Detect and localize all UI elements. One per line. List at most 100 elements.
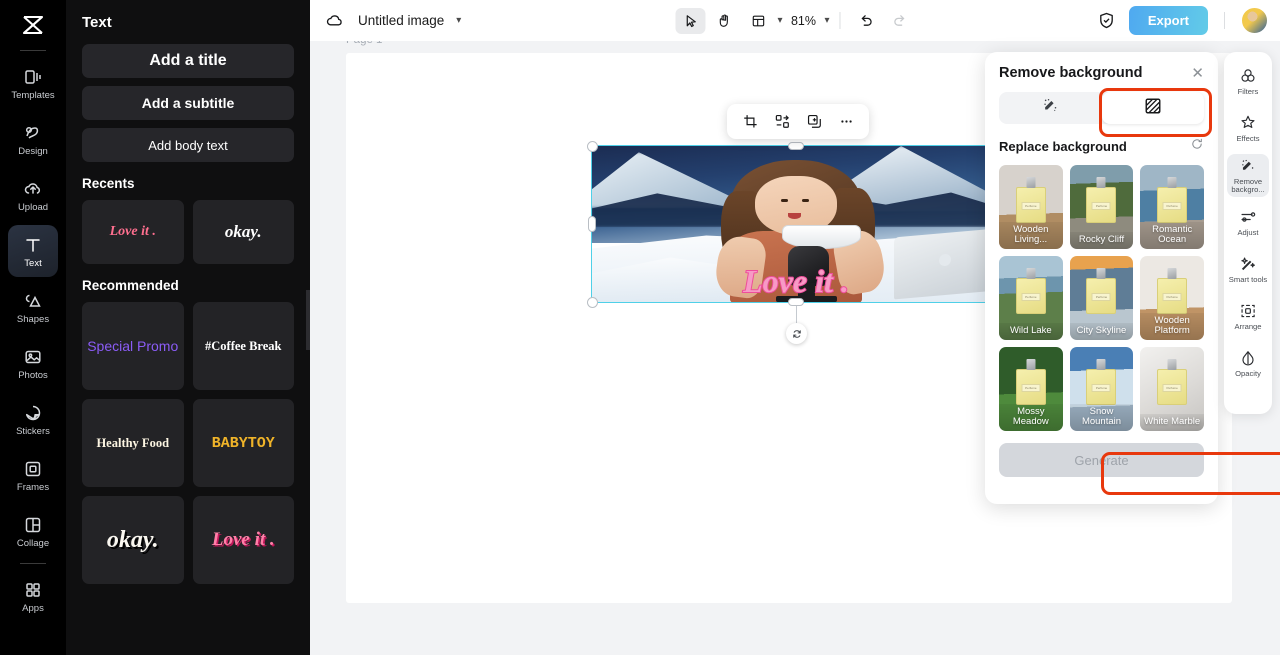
sidebar-item-apps[interactable]: Apps bbox=[8, 570, 58, 622]
sidebar-item-label: Shapes bbox=[16, 313, 50, 325]
selection-handle-bottom-left[interactable] bbox=[587, 297, 598, 308]
rotate-handle[interactable] bbox=[786, 323, 807, 344]
sidebar-item-photos[interactable]: Photos bbox=[8, 337, 58, 389]
layout-chevron-down-icon[interactable]: ▾ bbox=[777, 15, 782, 26]
hand-tool-button[interactable] bbox=[709, 8, 739, 34]
sidebar-item-label: Frames bbox=[16, 481, 50, 493]
add-subtitle-button[interactable]: Add a subtitle bbox=[82, 86, 294, 120]
selection-handle-top-left[interactable] bbox=[587, 141, 598, 152]
eye bbox=[781, 199, 789, 203]
recommended-text-label: #Coffee Break bbox=[205, 338, 282, 353]
sidebar-item-label: Design bbox=[18, 145, 48, 157]
background-card[interactable]: Perfume Rocky Cliff bbox=[1069, 165, 1134, 249]
bottle-label: Perfume bbox=[1162, 201, 1182, 210]
selection-handle-bottom-center[interactable] bbox=[788, 298, 804, 306]
panel-collapse-handle[interactable]: ❮ bbox=[306, 290, 310, 350]
duplicate-icon[interactable] bbox=[801, 109, 827, 135]
background-label: White Marble bbox=[1140, 413, 1204, 431]
recommended-text-card[interactable]: BABYTOY bbox=[192, 399, 294, 487]
sidebar-item-label: Stickers bbox=[16, 425, 50, 437]
selection-handle-top-center[interactable] bbox=[788, 142, 804, 150]
generate-button[interactable]: Generate bbox=[999, 443, 1204, 477]
zoom-level[interactable]: 81% bbox=[787, 14, 821, 28]
filters-icon bbox=[1239, 67, 1258, 86]
select-tool-button[interactable] bbox=[675, 7, 706, 34]
redo-button[interactable] bbox=[885, 8, 915, 34]
app-root: Templates Design Upload Text Shapes Phot… bbox=[0, 0, 1280, 655]
avatar[interactable] bbox=[1241, 7, 1268, 34]
background-card[interactable]: Perfume Snow Mountain bbox=[1069, 347, 1134, 431]
chevron-left-icon: ❮ bbox=[309, 315, 310, 326]
panel-header: Remove background ✕ bbox=[999, 65, 1204, 81]
sidebar-item-design[interactable]: Design bbox=[8, 113, 58, 165]
tool-label: Effects bbox=[1236, 133, 1260, 143]
cutout-shapes-icon[interactable] bbox=[769, 109, 795, 135]
shapes-icon bbox=[22, 290, 44, 312]
chevron-down-icon[interactable]: ▾ bbox=[456, 15, 461, 26]
ellipsis-icon[interactable] bbox=[833, 109, 859, 135]
element-floating-toolbar bbox=[727, 104, 869, 139]
recommended-text-card[interactable]: Healthy Food bbox=[82, 399, 184, 487]
recommended-text-card[interactable]: Love it . bbox=[192, 496, 294, 584]
sidebar-item-templates[interactable]: Templates bbox=[8, 57, 58, 109]
mouth bbox=[787, 212, 801, 220]
stickers-icon bbox=[22, 402, 44, 424]
tool-smart-tools[interactable]: Smart tools bbox=[1227, 248, 1269, 291]
shield-check-icon[interactable] bbox=[1095, 9, 1119, 33]
sidebar-item-frames[interactable]: Frames bbox=[8, 449, 58, 501]
undo-button[interactable] bbox=[851, 8, 881, 34]
background-label: Mossy Meadow bbox=[999, 403, 1063, 431]
tool-effects[interactable]: Effects bbox=[1227, 107, 1269, 150]
section-title: Replace background bbox=[999, 139, 1127, 154]
sidebar-item-collage[interactable]: Collage bbox=[8, 505, 58, 557]
recent-text-card[interactable]: Love it . bbox=[82, 200, 184, 264]
background-card[interactable]: Perfume Romantic Ocean bbox=[1140, 165, 1204, 249]
cloud-save-icon[interactable] bbox=[322, 9, 346, 33]
overlay-text[interactable]: Love it . bbox=[742, 262, 850, 300]
zoom-chevron-down-icon[interactable]: ▾ bbox=[825, 15, 830, 26]
recommended-text-label: BABYTOY bbox=[211, 434, 275, 452]
background-card[interactable]: Perfume Wooden Living... bbox=[999, 165, 1063, 249]
crop-icon[interactable] bbox=[737, 109, 763, 135]
bottle-label: Perfume bbox=[1091, 201, 1111, 210]
export-button[interactable]: Export bbox=[1128, 6, 1208, 35]
replace-background-tab[interactable] bbox=[1101, 92, 1204, 124]
layout-tool-button[interactable] bbox=[743, 8, 773, 34]
document-title[interactable]: Untitled image bbox=[358, 13, 444, 28]
text-panel: Text Add a title Add a subtitle Add body… bbox=[66, 0, 310, 655]
toolbar-divider bbox=[839, 12, 841, 29]
background-card[interactable]: Perfume Wooden Platform bbox=[1140, 256, 1204, 340]
sidebar-item-upload[interactable]: Upload bbox=[8, 169, 58, 221]
sidebar-item-text[interactable]: Text bbox=[8, 225, 58, 277]
sidebar-item-shapes[interactable]: Shapes bbox=[8, 281, 58, 333]
selection-handle-left-middle[interactable] bbox=[588, 216, 596, 232]
recents-heading: Recents bbox=[82, 176, 135, 191]
sidebar-item-stickers[interactable]: Stickers bbox=[8, 393, 58, 445]
selected-image-element[interactable]: Love it . bbox=[591, 145, 1001, 303]
recommended-text-card[interactable]: #Coffee Break bbox=[192, 302, 294, 390]
background-card[interactable]: Perfume Mossy Meadow bbox=[999, 347, 1063, 431]
close-icon[interactable]: ✕ bbox=[1191, 66, 1204, 81]
background-card[interactable]: Perfume Wild Lake bbox=[999, 256, 1063, 340]
background-card[interactable]: Perfume White Marble bbox=[1140, 347, 1204, 431]
background-label: City Skyline bbox=[1069, 322, 1134, 340]
auto-erase-tab[interactable] bbox=[999, 92, 1102, 124]
recent-text-card[interactable]: okay. bbox=[192, 200, 294, 264]
add-body-text-button[interactable]: Add body text bbox=[82, 128, 294, 162]
background-card[interactable]: Perfume City Skyline bbox=[1069, 256, 1134, 340]
add-title-button[interactable]: Add a title bbox=[82, 44, 294, 78]
refresh-icon[interactable] bbox=[1190, 137, 1204, 156]
tool-remove-background[interactable]: Remove backgro... bbox=[1227, 154, 1269, 197]
tool-adjust[interactable]: Adjust bbox=[1227, 201, 1269, 244]
bottle-label: Perfume bbox=[1021, 201, 1041, 210]
recommended-grid: Special Promo #Coffee Break Healthy Food… bbox=[82, 302, 294, 584]
tool-arrange[interactable]: Arrange bbox=[1227, 295, 1269, 338]
recommended-text-card[interactable]: Special Promo bbox=[82, 302, 184, 390]
toolbar-divider-2 bbox=[1224, 12, 1225, 29]
tool-opacity[interactable]: Opacity bbox=[1227, 342, 1269, 385]
capcut-logo-icon[interactable] bbox=[13, 8, 53, 42]
recommended-text-card[interactable]: okay. bbox=[82, 496, 184, 584]
tool-filters[interactable]: Filters bbox=[1227, 60, 1269, 103]
templates-icon bbox=[22, 66, 44, 88]
background-label: Snow Mountain bbox=[1069, 403, 1134, 431]
